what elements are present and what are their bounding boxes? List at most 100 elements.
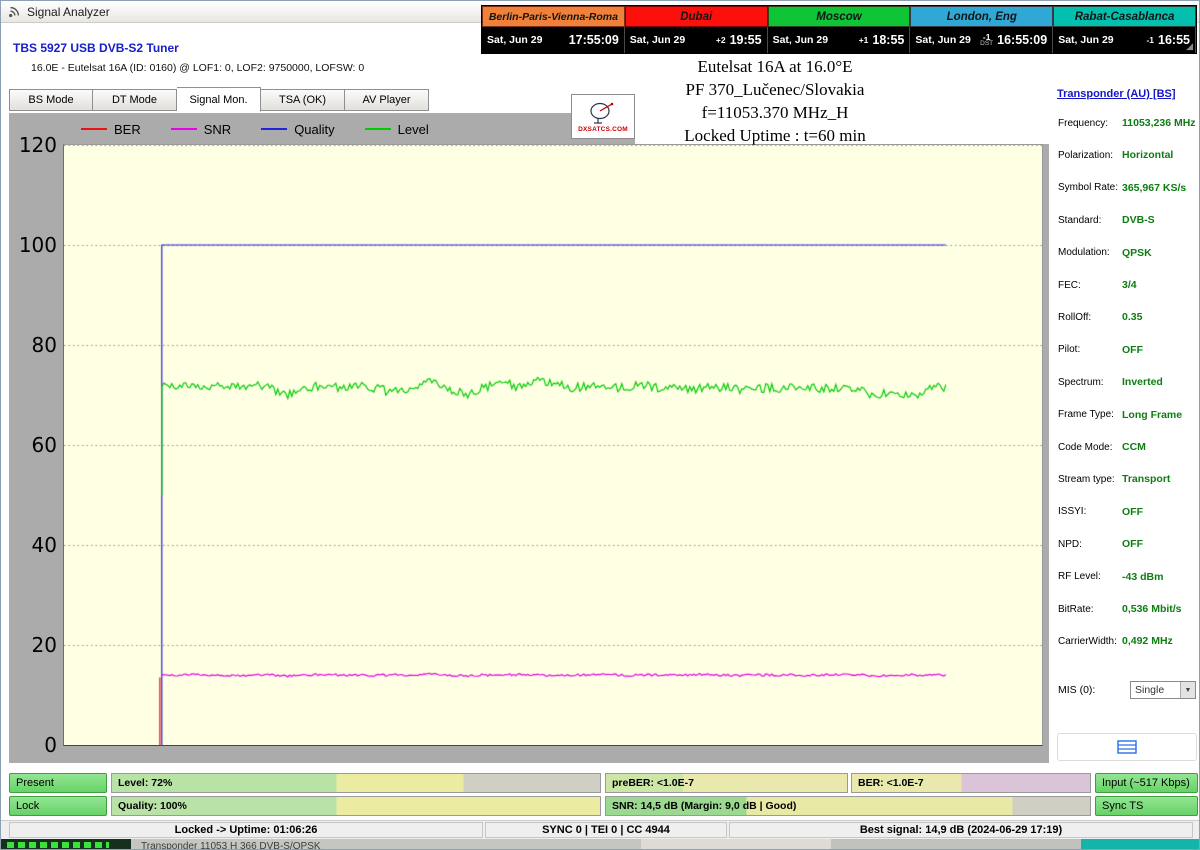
clock-city-label: Moscow <box>768 6 911 27</box>
frequency-title: f=11053.370 MHz_H <box>579 101 971 124</box>
background-window-sliver: Transponder 11053 H 366 DVB-S/QPSK <box>1 839 1200 850</box>
param-label: FEC: <box>1058 280 1122 291</box>
param-label: Code Mode: <box>1058 442 1122 453</box>
sliver-block <box>641 839 831 850</box>
param-value: 11053,236 MHz <box>1122 117 1196 129</box>
param-row-issyi: ISSYI:OFF <box>1058 502 1198 522</box>
tab-av-player[interactable]: AV Player <box>345 89 429 111</box>
y-axis-tick-100: 100 <box>15 234 57 256</box>
transponder-panel: Transponder (AU) [BS] Frequency:11053,23… <box>1053 85 1199 765</box>
tab-tsa-ok[interactable]: TSA (OK) <box>261 89 345 111</box>
clock-date: Sat, Jun 29 <box>487 34 542 46</box>
clock-time-value: 16:55:09 <box>997 33 1047 47</box>
param-label: Stream type: <box>1058 474 1122 485</box>
clock-dst-label: DST <box>980 41 993 48</box>
clock-date: Sat, Jun 29 <box>630 34 685 46</box>
param-row-frequency: Frequency:11053,236 MHz <box>1058 113 1198 133</box>
tab-dt-mode[interactable]: DT Mode <box>93 89 177 111</box>
mode-tabs: BS ModeDT ModeSignal Mon.TSA (OK)AV Play… <box>9 89 429 112</box>
signal-analyzer-window: Signal Analyzer Berlin-Paris-Vienna-Roma… <box>0 0 1200 850</box>
param-row-code-mode: Code Mode:CCM <box>1058 437 1198 457</box>
clock-time-row: Sat, Jun 29-1DST16:55:09 <box>910 27 1053 53</box>
y-axis-tick-0: 0 <box>15 734 57 756</box>
mis-row: MIS (0): Single ▼ <box>1058 681 1196 699</box>
clock-time-row: Sat, Jun 29+219:55 <box>625 27 768 53</box>
sync-ts-indicator: Sync TS <box>1095 796 1198 816</box>
param-label: BitRate: <box>1058 604 1122 615</box>
tuner-name: TBS 5927 USB DVB-S2 Tuner <box>13 41 179 55</box>
param-value: OFF <box>1122 506 1143 518</box>
transponder-panel-title: Transponder (AU) [BS] <box>1057 88 1176 100</box>
param-value: 3/4 <box>1122 279 1137 291</box>
legend-item-level: Level <box>365 122 429 137</box>
param-label: Modulation: <box>1058 247 1122 258</box>
param-label: ISSYI: <box>1058 506 1122 517</box>
legend-label: Level <box>398 122 429 137</box>
tuner-lof-info: 16.0E - Eutelsat 16A (ID: 0160) @ LOF1: … <box>31 62 364 74</box>
y-axis-tick-120: 120 <box>15 134 57 156</box>
clock-time-value: 18:55 <box>872 33 904 47</box>
transponder-list-button[interactable] <box>1057 733 1197 761</box>
snr-meter: SNR: 14,5 dB (Margin: 9,0 dB | Good) <box>605 796 1091 816</box>
param-value: OFF <box>1122 538 1143 550</box>
dxsatcs-logo: DXSATCS.COM <box>571 94 635 139</box>
mis-dropdown[interactable]: Single ▼ <box>1130 681 1196 699</box>
clock-offset-value: +1 <box>859 36 869 45</box>
tab-bs-mode[interactable]: BS Mode <box>9 89 93 111</box>
param-row-polarization: Polarization:Horizontal <box>1058 145 1198 165</box>
param-row-frame-type: Frame Type:Long Frame <box>1058 405 1198 425</box>
chevron-down-icon[interactable]: ▼ <box>1180 682 1195 698</box>
legend-item-ber: BER <box>81 122 141 137</box>
lock-indicator: Lock <box>9 796 107 816</box>
site-title: PF 370_Lučenec/Slovakia <box>579 78 971 101</box>
world-clocks: Berlin-Paris-Vienna-RomaSat, Jun 2917:55… <box>481 5 1197 54</box>
mis-selected-value: Single <box>1135 684 1164 696</box>
sliver-transponder-text: Transponder 11053 H 366 DVB-S/QPSK <box>131 839 641 850</box>
param-label: Spectrum: <box>1058 377 1122 388</box>
param-row-spectrum: Spectrum:Inverted <box>1058 372 1198 392</box>
param-value: CCM <box>1122 441 1146 453</box>
clock-date: Sat, Jun 29 <box>1058 34 1113 46</box>
param-value: 0,536 Mbit/s <box>1122 603 1182 615</box>
level-meter: Level: 72% <box>111 773 601 793</box>
y-axis-tick-40: 40 <box>15 534 57 556</box>
clock-london-eng: London, EngSat, Jun 29-1DST16:55:09 <box>910 6 1053 53</box>
param-row-fec: FEC:3/4 <box>1058 275 1198 295</box>
legend-label: Quality <box>294 122 334 137</box>
satellite-title: Eutelsat 16A at 16.0°E <box>579 55 971 78</box>
sliver-block <box>831 839 1081 850</box>
uptime-status: Locked -> Uptime: 01:06:26 <box>9 822 483 838</box>
legend-label: SNR <box>204 122 231 137</box>
y-axis-tick-60: 60 <box>15 434 57 456</box>
clock-moscow: Moscow Sat, Jun 29 +118:55 <box>768 6 911 53</box>
clock-time-value: 19:55 <box>730 33 762 47</box>
param-row-rolloff: RollOff:0.35 <box>1058 307 1198 327</box>
sync-counters-status: SYNC 0 | TEI 0 | CC 4944 <box>485 822 727 838</box>
param-label: CarrierWidth: <box>1058 636 1122 647</box>
param-row-modulation: Modulation:QPSK <box>1058 243 1198 263</box>
param-label: Standard: <box>1058 215 1122 226</box>
param-label: Symbol Rate: <box>1058 182 1122 193</box>
clock-utc-offset: +1 <box>859 36 869 45</box>
quality-meter: Quality: 100% <box>111 796 601 816</box>
clock-rabat-casablanca: Rabat-CasablancaSat, Jun 29-116:55 <box>1053 6 1196 53</box>
param-label: RollOff: <box>1058 312 1122 323</box>
legend-item-snr: SNR <box>171 122 231 137</box>
clock-dubai: DubaiSat, Jun 29+219:55 <box>625 6 768 53</box>
clock-date: Sat, Jun 29 <box>773 34 828 46</box>
param-value: 0,492 MHz <box>1122 635 1173 647</box>
satellite-dish-icon <box>582 101 624 125</box>
clock-city-label: Rabat-Casablanca <box>1053 6 1196 27</box>
window-title: Signal Analyzer <box>27 5 110 19</box>
param-row-bitrate: BitRate:0,536 Mbit/s <box>1058 599 1198 619</box>
present-indicator: Present <box>9 773 107 793</box>
clock-city-label: Berlin-Paris-Vienna-Roma <box>482 6 625 27</box>
y-axis-tick-20: 20 <box>15 634 57 656</box>
legend-item-quality: Quality <box>261 122 334 137</box>
param-label: Frequency: <box>1058 118 1122 129</box>
param-value: Transport <box>1122 473 1170 485</box>
signal-history-chart <box>63 144 1043 746</box>
list-icon <box>1117 740 1137 754</box>
param-label: Frame Type: <box>1058 409 1122 420</box>
tab-signal-mon[interactable]: Signal Mon. <box>177 87 261 112</box>
